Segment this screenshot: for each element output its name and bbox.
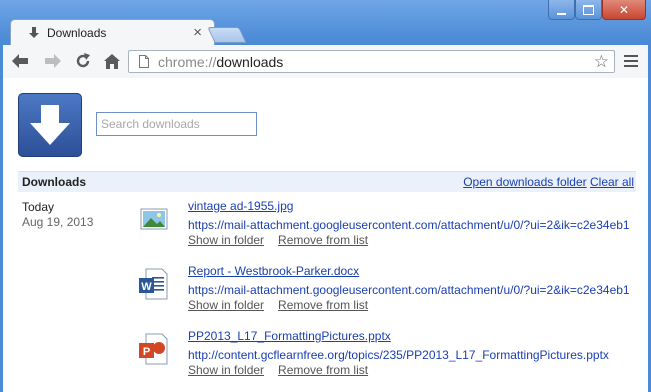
window-caption-buttons: ✕ xyxy=(548,0,646,20)
chrome-menu-button[interactable] xyxy=(624,55,638,70)
maximize-button[interactable] xyxy=(575,0,602,20)
forward-button[interactable] xyxy=(43,51,63,71)
maximize-icon xyxy=(583,4,594,15)
download-source-url: https://mail-attachment.googleuserconten… xyxy=(188,283,630,297)
page-icon xyxy=(139,55,149,68)
section-title: Downloads xyxy=(22,175,87,189)
reload-icon xyxy=(76,53,90,68)
minimize-button[interactable] xyxy=(548,0,575,20)
date-full: Aug 19, 2013 xyxy=(22,215,94,229)
home-icon xyxy=(104,53,120,69)
menu-bar-icon xyxy=(624,65,638,67)
browser-toolbar: chrome://downloads ☆ xyxy=(3,45,648,79)
clear-all-link[interactable]: Clear all xyxy=(590,175,634,189)
show-in-folder-link[interactable]: Show in folder xyxy=(188,298,264,312)
browser-window-frame: ✕ Downloads × chrome://downloads ☆ Searc… xyxy=(0,0,651,392)
svg-text:P: P xyxy=(143,346,150,358)
close-window-button[interactable]: ✕ xyxy=(602,0,646,20)
word-file-icon: W xyxy=(139,268,168,300)
remove-from-list-link[interactable]: Remove from list xyxy=(278,363,368,377)
bookmark-star-icon[interactable]: ☆ xyxy=(594,52,609,72)
download-filename-link[interactable]: vintage ad-1955.jpg xyxy=(188,199,293,213)
downloads-section-header: Downloads Open downloads folder Clear al… xyxy=(18,171,636,192)
svg-text:W: W xyxy=(141,281,152,293)
download-filename-link[interactable]: Report - Westbrook-Parker.docx xyxy=(188,264,359,278)
new-tab-button[interactable] xyxy=(207,27,247,43)
url-scheme: chrome:// xyxy=(158,54,217,70)
url-host: downloads xyxy=(216,54,284,70)
date-relative: Today xyxy=(22,200,55,214)
download-source-url: http://content.gcflearnfree.org/topics/2… xyxy=(188,348,609,362)
menu-bar-icon xyxy=(624,60,638,62)
home-button[interactable] xyxy=(102,51,122,71)
address-bar[interactable]: chrome://downloads ☆ xyxy=(128,50,615,73)
tab-close-icon[interactable]: × xyxy=(193,24,202,41)
back-button[interactable] xyxy=(10,51,30,71)
minimize-icon xyxy=(557,12,566,15)
tab-title: Downloads xyxy=(47,26,107,40)
downloads-page: Downloads Open downloads folder Clear al… xyxy=(3,78,648,392)
back-arrow-icon xyxy=(12,54,28,68)
downloads-logo-icon xyxy=(18,93,82,157)
remove-from-list-link[interactable]: Remove from list xyxy=(278,233,368,247)
download-source-url: https://mail-attachment.googleuserconten… xyxy=(188,218,630,232)
show-in-folder-link[interactable]: Show in folder xyxy=(188,233,264,247)
forward-arrow-icon xyxy=(45,54,61,68)
tab-downloads[interactable]: Downloads × xyxy=(10,19,215,46)
image-file-icon xyxy=(140,208,168,230)
download-filename-link[interactable]: PP2013_L17_FormattingPictures.pptx xyxy=(188,329,391,343)
reload-button[interactable] xyxy=(73,51,93,71)
powerpoint-file-icon: P xyxy=(139,333,168,365)
remove-from-list-link[interactable]: Remove from list xyxy=(278,298,368,312)
url-text: chrome://downloads xyxy=(158,54,283,70)
menu-bar-icon xyxy=(624,55,638,57)
download-arrow-icon xyxy=(29,27,39,38)
search-downloads-input[interactable] xyxy=(96,112,257,136)
close-icon: ✕ xyxy=(618,2,630,17)
open-downloads-folder-link[interactable]: Open downloads folder xyxy=(463,175,586,189)
show-in-folder-link[interactable]: Show in folder xyxy=(188,363,264,377)
